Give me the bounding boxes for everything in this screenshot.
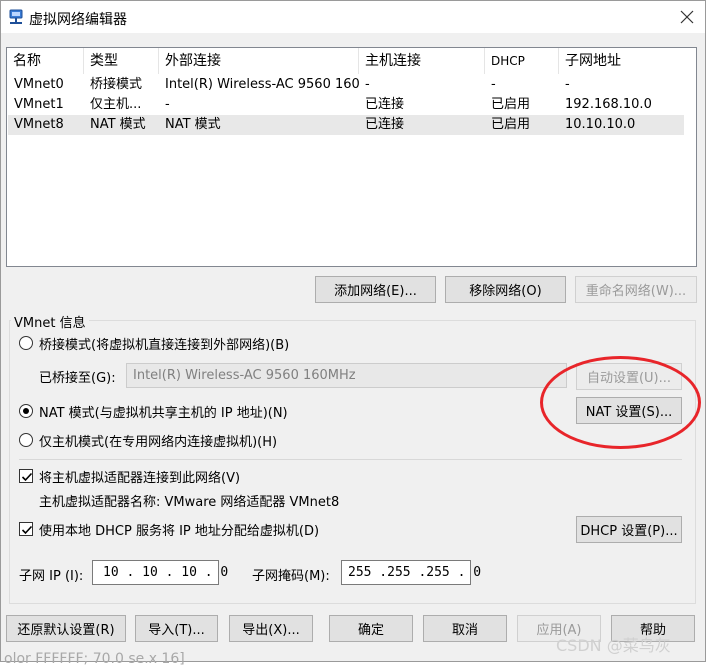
adapter-name-text: 主机虚拟适配器名称: VMware 网络适配器 VMnet8 <box>39 495 340 510</box>
subnet-ip-input[interactable]: 10 . 10 . 10 . 0 <box>92 560 228 585</box>
subnet-ip-label: 子网 IP (I): <box>19 569 84 584</box>
cell-type: 桥接模式 <box>90 77 143 92</box>
divider <box>19 459 682 460</box>
subnet-mask-label: 子网掩码(M): <box>252 569 330 584</box>
rename-network-button[interactable]: 重命名网络(W)... <box>575 276 697 303</box>
export-button[interactable]: 导出(X)... <box>229 615 313 642</box>
import-button[interactable]: 导入(T)... <box>135 615 218 642</box>
cell-external: - <box>165 97 170 112</box>
title-bar: 虚拟网络编辑器 <box>1 1 705 33</box>
restore-defaults-button[interactable]: 还原默认设置(R) <box>6 615 126 642</box>
cell-name: VMnet0 <box>14 77 64 92</box>
network-list-header: 名称 类型 外部连接 主机连接 DHCP 子网地址 <box>7 48 696 74</box>
cell-type: 仅主机... <box>90 97 142 112</box>
cell-subnet: 10.10.10.0 <box>565 117 636 132</box>
window-title: 虚拟网络编辑器 <box>29 12 127 28</box>
ok-button[interactable]: 确定 <box>329 615 413 642</box>
cell-dhcp: - <box>491 77 496 92</box>
cell-name: VMnet8 <box>14 117 64 132</box>
connect-adapter-checkbox[interactable] <box>19 469 33 483</box>
checkmark-icon <box>21 472 33 482</box>
network-app-icon <box>7 8 25 26</box>
host-only-radio[interactable] <box>19 433 33 447</box>
table-row[interactable]: VMnet1 仅主机... - 已连接 已启用 192.168.10.0 <box>8 95 684 115</box>
remove-network-button[interactable]: 移除网络(O) <box>445 276 566 303</box>
dhcp-checkbox[interactable] <box>19 522 33 536</box>
connect-adapter-label[interactable]: 将主机虚拟适配器连接到此网络(V) <box>39 467 240 486</box>
column-header-dhcp[interactable]: DHCP <box>485 48 559 74</box>
bridged-to-select[interactable]: Intel(R) Wireless-AC 9560 160MHz <box>126 363 567 388</box>
column-header-host[interactable]: 主机连接 <box>359 48 485 74</box>
cancel-button[interactable]: 取消 <box>423 615 507 642</box>
column-header-external[interactable]: 外部连接 <box>159 48 359 74</box>
bridged-mode-label[interactable]: 桥接模式(将虚拟机直接连接到外部网络)(B) <box>39 334 289 353</box>
nat-mode-radio[interactable] <box>19 404 33 418</box>
table-row[interactable]: VMnet0 桥接模式 Intel(R) Wireless-AC 9560 16… <box>8 75 684 95</box>
nat-mode-label[interactable]: NAT 模式(与虚拟机共享主机的 IP 地址)(N) <box>39 402 288 421</box>
column-header-subnet[interactable]: 子网地址 <box>559 48 683 74</box>
close-icon[interactable] <box>669 1 705 33</box>
cell-external: Intel(R) Wireless-AC 9560 160... <box>165 77 359 92</box>
cell-external: NAT 模式 <box>165 117 221 132</box>
background-text: olor FFFFFF; 70.0 se.x 16] <box>4 651 185 667</box>
network-list[interactable]: 名称 类型 外部连接 主机连接 DHCP 子网地址 VMnet0 桥接模式 In… <box>6 47 697 267</box>
cell-host: 已连接 <box>365 117 405 132</box>
bridged-mode-radio[interactable] <box>19 336 33 350</box>
cell-dhcp: 已启用 <box>491 117 531 132</box>
virtual-network-editor-window: 虚拟网络编辑器 名称 类型 外部连接 主机连接 DHCP 子网地址 VMnet0… <box>0 0 706 662</box>
checkmark-icon <box>21 525 33 535</box>
cell-dhcp: 已启用 <box>491 97 531 112</box>
table-row-selected[interactable]: VMnet8 NAT 模式 NAT 模式 已连接 已启用 10.10.10.0 <box>8 115 684 135</box>
host-only-label[interactable]: 仅主机模式(在专用网络内连接虚拟机)(H) <box>39 431 277 450</box>
csdn-watermark: CSDN @菜鸟灰 <box>556 636 671 655</box>
cell-subnet: - <box>565 77 570 92</box>
subnet-mask-input[interactable]: 255 .255 .255 . 0 <box>341 560 481 585</box>
cell-host: 已连接 <box>365 97 405 112</box>
cell-name: VMnet1 <box>14 97 64 112</box>
vmnet-info-label: VMnet 信息 <box>11 312 89 331</box>
column-header-name[interactable]: 名称 <box>7 48 84 74</box>
column-header-type[interactable]: 类型 <box>84 48 159 74</box>
dhcp-settings-button[interactable]: DHCP 设置(P)... <box>576 516 682 543</box>
cell-host: - <box>365 77 370 92</box>
red-highlight-circle <box>540 356 701 449</box>
dhcp-label[interactable]: 使用本地 DHCP 服务将 IP 地址分配给虚拟机(D) <box>39 520 319 539</box>
cell-type: NAT 模式 <box>90 117 146 132</box>
add-network-button[interactable]: 添加网络(E)... <box>315 276 436 303</box>
cell-subnet: 192.168.10.0 <box>565 97 652 112</box>
bridged-to-label: 已桥接至(G): <box>39 371 116 386</box>
